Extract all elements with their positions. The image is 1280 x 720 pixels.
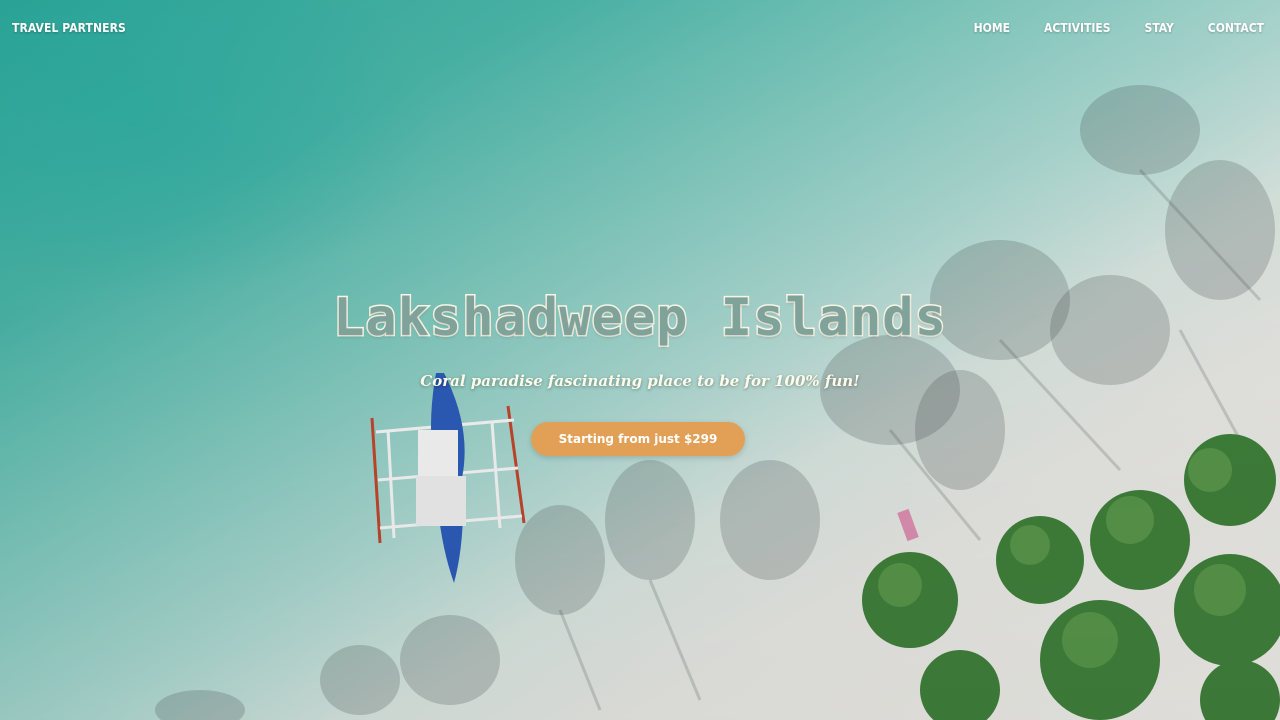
- nav-item-stay[interactable]: STAY: [1145, 21, 1174, 35]
- nav-item-activities[interactable]: ACTIVITIES: [1044, 21, 1111, 35]
- top-navigation: TRAVEL PARTNERS HOME ACTIVITIES STAY CON…: [0, 0, 1280, 56]
- brand-logo[interactable]: TRAVEL PARTNERS: [12, 21, 126, 35]
- nav-item-home[interactable]: HOME: [974, 21, 1010, 35]
- nav-links: HOME ACTIVITIES STAY CONTACT: [974, 21, 1264, 35]
- nav-item-contact[interactable]: CONTACT: [1208, 21, 1264, 35]
- hero-subtitle: Coral paradise fascinating place to be f…: [420, 372, 860, 390]
- outrigger-boat-icon: [370, 373, 526, 583]
- palm-tree-shadows: [155, 85, 1280, 720]
- hero-title: Lakshadweep Islands: [332, 287, 948, 350]
- starting-price-button[interactable]: Starting from just $299: [531, 422, 745, 456]
- hero-background: [0, 0, 1280, 720]
